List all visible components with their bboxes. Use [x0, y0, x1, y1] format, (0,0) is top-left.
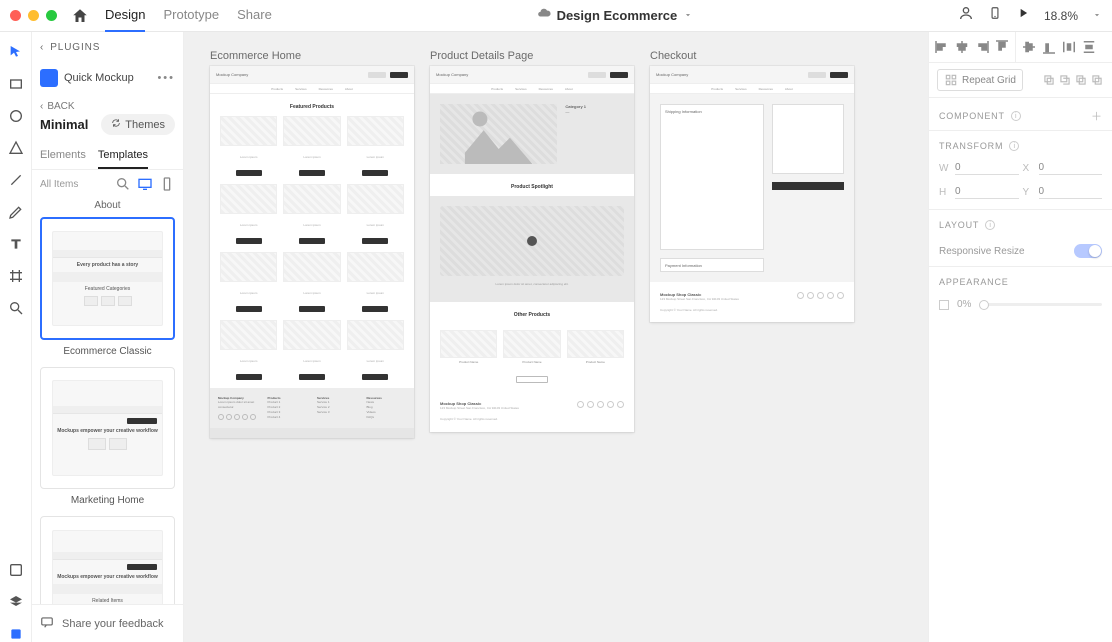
align-top-icon[interactable] — [993, 38, 1011, 56]
window-zoom[interactable] — [46, 10, 57, 21]
plugin-item[interactable]: Quick Mockup ••• — [32, 63, 183, 93]
pen-tool[interactable] — [8, 204, 24, 220]
subtract-op-icon[interactable] — [1058, 73, 1072, 87]
tab-design[interactable]: Design — [105, 0, 145, 32]
line-tool[interactable] — [8, 172, 24, 188]
tab-prototype[interactable]: Prototype — [163, 0, 219, 32]
artboard-title[interactable]: Ecommerce Home — [210, 50, 414, 62]
template-caption: Ecommerce Classic — [40, 346, 175, 357]
y-input[interactable] — [1039, 185, 1103, 199]
x-input[interactable] — [1039, 161, 1103, 175]
artboard-product-details[interactable]: Mockup Company ProductsServicesResources… — [430, 66, 634, 432]
opacity-value: 0% — [957, 299, 971, 310]
responsive-resize-label: Responsive Resize — [939, 246, 1025, 257]
artboard-title[interactable]: Product Details Page — [430, 50, 634, 62]
zoom-tool[interactable] — [8, 300, 24, 316]
artboard-ecommerce-home[interactable]: Mockup Company ProductsServicesResources… — [210, 66, 414, 438]
document-title[interactable]: Design Ecommerce — [557, 8, 678, 23]
template-card[interactable]: Mockups empower your creative workflow R… — [40, 516, 175, 604]
zoom-chevron-icon[interactable] — [1092, 7, 1102, 25]
plugins-panel: ‹ PLUGINS Quick Mockup ••• ‹ BACK Minima… — [32, 32, 184, 642]
intersect-op-icon[interactable] — [1074, 73, 1088, 87]
polygon-tool[interactable] — [8, 140, 24, 156]
artboard-tool[interactable] — [8, 268, 24, 284]
mobile-filter-icon[interactable] — [159, 176, 175, 192]
themes-button[interactable]: Themes — [101, 114, 175, 135]
refresh-icon — [111, 118, 121, 131]
section-component: COMPONENT — [939, 111, 1005, 121]
align-hcenter-icon[interactable] — [953, 38, 971, 56]
plugin-name: Quick Mockup — [64, 72, 151, 84]
plugins-icon[interactable] — [8, 626, 24, 642]
subtab-elements[interactable]: Elements — [40, 143, 86, 169]
plugin-more-icon[interactable]: ••• — [157, 72, 175, 84]
feedback-button[interactable]: Share your feedback — [32, 604, 183, 642]
add-icon[interactable]: ＋ — [1091, 108, 1102, 124]
all-items-label[interactable]: All Items — [40, 179, 109, 190]
opacity-slider[interactable] — [979, 303, 1102, 306]
distribute-h-icon[interactable] — [1060, 38, 1078, 56]
template-caption: Marketing Home — [40, 495, 175, 506]
templates-scroll[interactable]: Every product has a story Featured Categ… — [32, 217, 183, 604]
section-appearance: APPEARANCE — [939, 277, 1009, 287]
responsive-toggle[interactable] — [1074, 244, 1102, 258]
tool-strip — [0, 32, 32, 642]
template-card[interactable]: Mockups empower your creative workflow — [40, 367, 175, 490]
info-icon[interactable]: i — [1011, 111, 1021, 121]
add-op-icon[interactable] — [1042, 73, 1056, 87]
rectangle-tool[interactable] — [8, 76, 24, 92]
opacity-checkbox[interactable] — [939, 300, 949, 310]
distribute-v-icon[interactable] — [1080, 38, 1098, 56]
theme-name: Minimal — [40, 117, 88, 132]
chevron-down-icon[interactable] — [683, 7, 693, 25]
info-icon[interactable]: i — [985, 220, 995, 230]
section-layout: LAYOUT — [939, 220, 979, 230]
artboard-checkout[interactable]: Mockup Company ProductsServicesResources… — [650, 66, 854, 322]
category-label: About — [32, 198, 183, 217]
plugins-heading: PLUGINS — [50, 42, 100, 53]
cloud-icon — [537, 6, 551, 25]
plugin-icon — [40, 69, 58, 87]
height-input[interactable] — [955, 185, 1019, 199]
layers-icon[interactable] — [8, 594, 24, 610]
chat-icon — [40, 615, 54, 632]
section-transform: TRANSFORM — [939, 141, 1003, 151]
align-right-icon[interactable] — [973, 38, 991, 56]
template-card[interactable]: Every product has a story Featured Categ… — [40, 217, 175, 340]
assets-icon[interactable] — [8, 562, 24, 578]
align-left-icon[interactable] — [933, 38, 951, 56]
ellipse-tool[interactable] — [8, 108, 24, 124]
mobile-preview-icon[interactable] — [988, 6, 1002, 25]
text-tool[interactable] — [8, 236, 24, 252]
exclude-op-icon[interactable] — [1090, 73, 1104, 87]
artboard-title[interactable]: Checkout — [650, 50, 854, 62]
theme-back-button[interactable]: ‹ BACK — [32, 93, 183, 112]
tab-share[interactable]: Share — [237, 0, 272, 32]
align-bottom-icon[interactable] — [1040, 38, 1058, 56]
plugins-back-icon[interactable]: ‹ — [40, 42, 44, 53]
info-icon[interactable]: i — [1009, 141, 1019, 151]
inspector-panel: Repeat Grid COMPONENT i ＋ TRANSFORM i W … — [928, 32, 1112, 642]
home-icon[interactable] — [71, 7, 89, 25]
zoom-level[interactable]: 18.8% — [1044, 9, 1078, 23]
subtab-templates[interactable]: Templates — [98, 143, 148, 169]
window-close[interactable] — [10, 10, 21, 21]
repeat-grid-button[interactable]: Repeat Grid — [937, 69, 1023, 91]
select-tool[interactable] — [8, 44, 24, 60]
grid-icon — [944, 73, 958, 87]
chevron-left-icon: ‹ — [40, 101, 43, 112]
width-input[interactable] — [955, 161, 1019, 175]
desktop-filter-icon[interactable] — [137, 176, 153, 192]
avatar-icon[interactable] — [958, 5, 974, 26]
window-minimize[interactable] — [28, 10, 39, 21]
canvas[interactable]: Ecommerce Home Mockup Company ProductsSe… — [184, 32, 928, 642]
play-icon[interactable] — [1016, 6, 1030, 25]
align-vcenter-icon[interactable] — [1020, 38, 1038, 56]
search-icon[interactable] — [115, 176, 131, 192]
